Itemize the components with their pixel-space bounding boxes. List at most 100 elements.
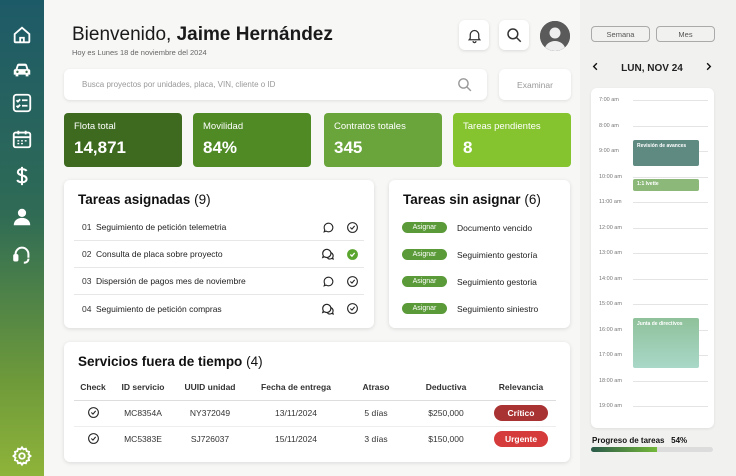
status-badge: Urgente (494, 431, 548, 448)
task-row[interactable]: 03 Dispersión de pagos mes de noviembre (74, 268, 364, 295)
time-slot-label: 18:00 am (599, 377, 622, 384)
settings-icon[interactable] (10, 444, 34, 468)
table-row[interactable]: MC5383E SJ726037 15/11/2024 3 días $150,… (74, 426, 556, 452)
task-row[interactable]: 01 Seguimiento de petición telemetria (74, 214, 364, 241)
assign-button[interactable]: Asignar (402, 222, 447, 233)
stat-label: Movilidad (203, 121, 244, 132)
examinar-button[interactable]: Examinar (499, 69, 571, 100)
date-subtitle: Hoy es Lunes 18 de noviembre del 2024 (72, 48, 207, 57)
stat-value: 345 (334, 138, 363, 157)
dollar-icon[interactable] (10, 164, 34, 188)
time-slot-line (633, 253, 708, 254)
search-input[interactable]: Busca proyectos por unidades, placa, VIN… (64, 69, 487, 100)
check-circle-icon[interactable] (340, 221, 364, 234)
status-badge: Crítico (494, 405, 548, 421)
chevron-left-icon[interactable] (590, 59, 601, 77)
late-services-card: Servicios fuera de tiempo (4) Check ID s… (64, 342, 570, 462)
chats-icon[interactable] (316, 302, 340, 316)
calendar-event[interactable]: 1:1 Ivette (633, 179, 699, 191)
calendar-event[interactable]: Revisión de avances (633, 140, 699, 166)
time-slot-label: 12:00 am (599, 224, 622, 231)
table-row[interactable]: MC8354A NY372049 13/11/2024 5 días $250,… (74, 400, 556, 426)
stat-flota-total[interactable]: Flota total 14,871 (64, 113, 182, 167)
unassigned-row: Asignar Seguimiento siniestro (402, 295, 560, 322)
time-slot-line (633, 100, 708, 101)
time-slot-label: 10:00 am (599, 173, 622, 180)
calendar-icon[interactable] (10, 127, 34, 151)
time-slot-label: 7:00 am (599, 97, 619, 103)
check-circle-icon[interactable] (340, 302, 364, 315)
check-circle-icon[interactable] (340, 275, 364, 288)
unassigned-row: Asignar Seguimiento gestoría (402, 241, 560, 268)
stat-value: 84% (203, 138, 238, 157)
avatar[interactable] (540, 21, 570, 51)
time-slot-line (633, 380, 708, 382)
time-slot-line (633, 278, 708, 280)
time-slot-label: 14:00 am (599, 275, 622, 282)
stat-label: Tareas pendientes (463, 121, 541, 132)
time-slot-label: 17:00 am (599, 352, 622, 358)
time-slot-label: 15:00 am (599, 301, 622, 307)
col-header: Fecha de entrega (261, 381, 331, 392)
unassigned-row: Asignar Documento vencido (402, 214, 560, 241)
time-slot-label: 13:00 am (599, 250, 622, 256)
chats-icon[interactable] (316, 247, 340, 261)
chat-icon[interactable] (316, 275, 340, 288)
chat-icon[interactable] (316, 221, 340, 234)
progress-bar (591, 447, 713, 452)
unassigned-tasks-card: Tareas sin asignar (6) Asignar Documento… (389, 180, 570, 328)
stat-value: 14,871 (74, 138, 126, 157)
home-icon[interactable] (10, 23, 34, 47)
search-icon (456, 76, 473, 95)
checklist-icon[interactable] (10, 91, 34, 115)
stat-tareas-pendientes[interactable]: Tareas pendientes 8 (453, 113, 571, 167)
time-slot-line (633, 125, 708, 127)
assigned-tasks-title: Tareas asignadas (9) (78, 192, 211, 207)
page-title: Bienvenido, Jaime Hernández (72, 24, 333, 45)
user-icon[interactable] (10, 205, 34, 229)
time-slot-line (633, 406, 708, 407)
assign-button[interactable]: Asignar (402, 249, 447, 260)
services-table: Check ID servicio UUID unidad Fecha de e… (74, 374, 556, 452)
assign-button[interactable]: Asignar (402, 276, 447, 287)
task-row[interactable]: 04 Seguimiento de petición compras (74, 295, 364, 322)
time-slot-label: 16:00 am (599, 326, 622, 333)
stat-movilidad[interactable]: Movilidad 84% (193, 113, 311, 167)
time-slot-line (633, 304, 708, 305)
view-week-button[interactable]: Semana (591, 26, 650, 42)
col-header: UUID unidad (184, 381, 236, 392)
assigned-tasks-card: Tareas asignadas (9) 01 Seguimiento de p… (64, 180, 374, 328)
time-slot-label: 8:00 am (599, 122, 619, 129)
col-header: Atraso (362, 381, 390, 392)
time-slot-label: 11:00 am (599, 199, 622, 205)
time-slot-line (633, 227, 708, 229)
progress-label: Progreso de tareas 54% (592, 436, 688, 445)
chevron-right-icon[interactable] (703, 59, 714, 77)
sidebar (0, 0, 44, 476)
col-header: Relevancia (498, 381, 544, 392)
stat-contratos-totales[interactable]: Contratos totales 345 (324, 113, 442, 167)
late-services-title: Servicios fuera de tiempo (4) (78, 354, 263, 369)
check-circle-icon[interactable] (74, 400, 112, 426)
calendar-event[interactable]: Junta de directivos (633, 318, 699, 368)
col-header: Deductiva (425, 381, 467, 392)
unassigned-row: Asignar Seguimiento gestoria (402, 268, 560, 295)
calendar-header: LUN, NOV 24 (590, 61, 714, 75)
progress-fill (591, 447, 657, 452)
time-slot-line (633, 176, 708, 178)
calendar-day: LUN, NOV 24 (621, 62, 683, 74)
day-schedule: 7:00 am 8:00 am 9:00 am 10:00 am 11:00 am 12:… (591, 88, 714, 428)
check-circle-filled-icon[interactable] (340, 248, 364, 261)
car-icon[interactable] (10, 58, 34, 82)
search-placeholder: Busca proyectos por unidades, placa, VIN… (82, 80, 276, 89)
search-button[interactable] (499, 20, 529, 50)
view-month-button[interactable]: Mes (656, 26, 715, 42)
task-row[interactable]: 02 Consulta de placa sobre proyecto (74, 241, 364, 268)
notifications-button[interactable] (459, 20, 489, 50)
support-icon[interactable] (10, 243, 34, 267)
time-slot-label: 19:00 am (599, 403, 622, 409)
stat-value: 8 (463, 138, 473, 157)
search-icon (507, 28, 522, 43)
check-circle-icon[interactable] (74, 426, 112, 452)
assign-button[interactable]: Asignar (402, 303, 447, 314)
